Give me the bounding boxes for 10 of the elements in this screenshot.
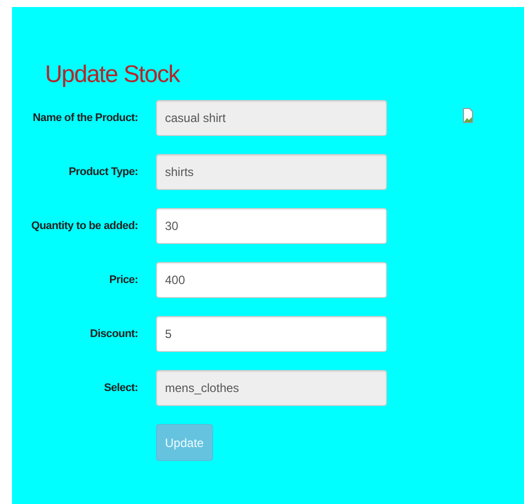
field-label: Select:: [103, 382, 138, 394]
field-label: Quantity to be added:: [30, 220, 138, 232]
input-field[interactable]: 5: [156, 316, 387, 352]
field-label: Product Type:: [68, 166, 138, 178]
field-label: Name of the Product:: [32, 112, 138, 124]
page-title: Update Stock: [45, 60, 182, 90]
input-field[interactable]: 30: [156, 208, 387, 244]
input-field[interactable]: 400: [156, 262, 387, 298]
field-label: Price:: [108, 274, 138, 286]
field-label: Discount:: [88, 328, 138, 340]
